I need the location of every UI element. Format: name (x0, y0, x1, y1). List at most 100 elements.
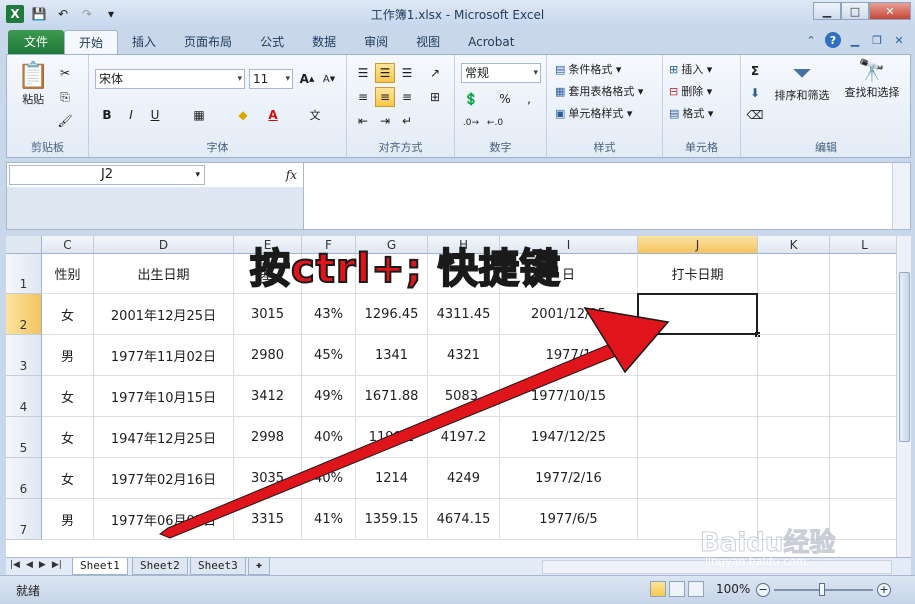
currency-icon[interactable]: 💲 (461, 89, 481, 109)
excel-logo-icon[interactable]: X (6, 5, 24, 23)
align-center-icon[interactable]: ≡ (375, 87, 395, 107)
cell-h4[interactable]: 5083. (428, 376, 500, 417)
orientation-icon[interactable]: ↗ (425, 63, 445, 83)
tab-data[interactable]: 数据 (298, 30, 350, 54)
decrease-decimal-icon[interactable]: ←.0 (485, 113, 505, 133)
cell-d6[interactable]: 1977年02月16日 (94, 458, 234, 499)
cell-i2[interactable]: 2001/12/25 (500, 294, 638, 335)
cell-l5[interactable] (830, 417, 896, 458)
tab-file[interactable]: 文件 (8, 30, 65, 54)
table-format-button[interactable]: ▦ 套用表格格式 ▾ (555, 83, 643, 99)
tab-page-layout[interactable]: 页面布局 (170, 30, 246, 54)
underline-button[interactable]: U (145, 105, 165, 125)
border-icon[interactable]: ▦ (189, 105, 209, 125)
cell-d5[interactable]: 1947年12月25日 (94, 417, 234, 458)
wrap-text-icon[interactable]: ↵ (397, 111, 417, 131)
cell-k4[interactable] (758, 376, 830, 417)
cell-k5[interactable] (758, 417, 830, 458)
tab-view[interactable]: 视图 (402, 30, 454, 54)
zoom-knob[interactable] (819, 583, 825, 596)
cell-h5[interactable]: 4197.2 (428, 417, 500, 458)
normal-view-icon[interactable] (650, 581, 666, 597)
cell-e5[interactable]: 2998 (234, 417, 302, 458)
cell-j1[interactable]: 打卡日期 (638, 254, 758, 294)
row-header-6[interactable]: 6 (6, 458, 42, 499)
cell-l6[interactable] (830, 458, 896, 499)
cell-g2[interactable]: 1296.45 (356, 294, 428, 335)
cell-h7[interactable]: 4674.15 (428, 499, 500, 540)
increase-indent-icon[interactable]: ⇥ (375, 111, 395, 131)
cell-d4[interactable]: 1977年10月15日 (94, 376, 234, 417)
column-header-j[interactable]: J (638, 236, 758, 254)
zoom-level[interactable]: 100% (716, 582, 750, 596)
column-header-d[interactable]: D (94, 236, 234, 254)
row-header-7[interactable]: 7 (6, 499, 42, 540)
cut-icon[interactable]: ✂ (55, 63, 75, 83)
phonetic-icon[interactable]: 文 (305, 105, 325, 125)
insert-function-icon[interactable]: fx (207, 165, 303, 185)
cell-c3[interactable]: 男 (42, 335, 94, 376)
cell-c5[interactable]: 女 (42, 417, 94, 458)
doc-close-icon[interactable]: ✕ (891, 32, 907, 48)
cell-f3[interactable]: 45% (302, 335, 356, 376)
doc-minimize-icon[interactable]: ▁ (847, 32, 863, 48)
format-cells-button[interactable]: ▤ 格式 ▾ (669, 105, 713, 121)
cell-c1[interactable]: 性别 (42, 254, 94, 294)
cell-g5[interactable]: 1199.2 (356, 417, 428, 458)
formula-input[interactable] (307, 165, 887, 227)
cell-c4[interactable]: 女 (42, 376, 94, 417)
number-format-combo[interactable]: 常规 (461, 63, 541, 83)
name-box[interactable]: J2 (9, 165, 205, 185)
page-break-view-icon[interactable] (688, 581, 704, 597)
cell-f6[interactable]: 40% (302, 458, 356, 499)
increase-decimal-icon[interactable]: .0→ (461, 113, 481, 133)
maximize-button[interactable]: □ (841, 2, 869, 20)
row-header-3[interactable]: 3 (6, 335, 42, 376)
column-header-l[interactable]: L (830, 236, 896, 254)
zoom-slider[interactable]: − + (756, 581, 891, 599)
align-middle-icon[interactable]: ☰ (375, 63, 395, 83)
bold-button[interactable]: B (97, 105, 117, 125)
fill-color-icon[interactable]: ◆ (233, 105, 253, 125)
align-bottom-icon[interactable]: ☰ (397, 63, 417, 83)
cell-i6[interactable]: 1977/2/16 (500, 458, 638, 499)
vertical-scroll-thumb[interactable] (899, 272, 910, 442)
align-top-icon[interactable]: ☰ (353, 63, 373, 83)
tab-formulas[interactable]: 公式 (246, 30, 298, 54)
cell-i4[interactable]: 1977/10/15 (500, 376, 638, 417)
cell-h6[interactable]: 4249 (428, 458, 500, 499)
cell-j6[interactable] (638, 458, 758, 499)
customize-qat-icon[interactable]: ▾ (102, 5, 120, 23)
cell-g3[interactable]: 1341 (356, 335, 428, 376)
decrease-indent-icon[interactable]: ⇤ (353, 111, 373, 131)
sheet-tab-1[interactable]: Sheet1 (72, 558, 128, 575)
tab-home[interactable]: 开始 (64, 30, 119, 54)
cell-f4[interactable]: 49% (302, 376, 356, 417)
cell-l2[interactable] (830, 294, 896, 335)
cell-g6[interactable]: 1214 (356, 458, 428, 499)
select-all-corner[interactable] (6, 236, 42, 254)
close-button[interactable]: ✕ (869, 2, 911, 20)
paste-button[interactable]: 📋 粘贴 (17, 61, 49, 107)
align-left-icon[interactable]: ≡ (353, 87, 373, 107)
row-header-1[interactable]: 1 (6, 254, 42, 294)
zoom-out-icon[interactable]: − (756, 583, 770, 597)
save-icon[interactable]: 💾 (30, 5, 48, 23)
redo-icon[interactable]: ↷ (78, 5, 96, 23)
tab-review[interactable]: 审阅 (350, 30, 402, 54)
undo-icon[interactable]: ↶ (54, 5, 72, 23)
column-header-k[interactable]: K (758, 236, 830, 254)
cell-c7[interactable]: 男 (42, 499, 94, 540)
sheet-tab-3[interactable]: Sheet3 (190, 558, 246, 575)
conditional-format-button[interactable]: ▤ 条件格式 ▾ (555, 61, 621, 77)
tab-insert[interactable]: 插入 (118, 30, 170, 54)
ribbon-minimize-icon[interactable]: ⌃ (803, 32, 819, 48)
next-sheet-icon[interactable]: ▶ (39, 560, 46, 570)
cell-e6[interactable]: 3035 (234, 458, 302, 499)
cell-c2[interactable]: 女 (42, 294, 94, 335)
percent-button[interactable]: % (495, 89, 515, 109)
cell-h2[interactable]: 4311.45 (428, 294, 500, 335)
prev-sheet-icon[interactable]: ◀ (26, 560, 33, 570)
cell-e3[interactable]: 2980 (234, 335, 302, 376)
cell-h3[interactable]: 4321 (428, 335, 500, 376)
